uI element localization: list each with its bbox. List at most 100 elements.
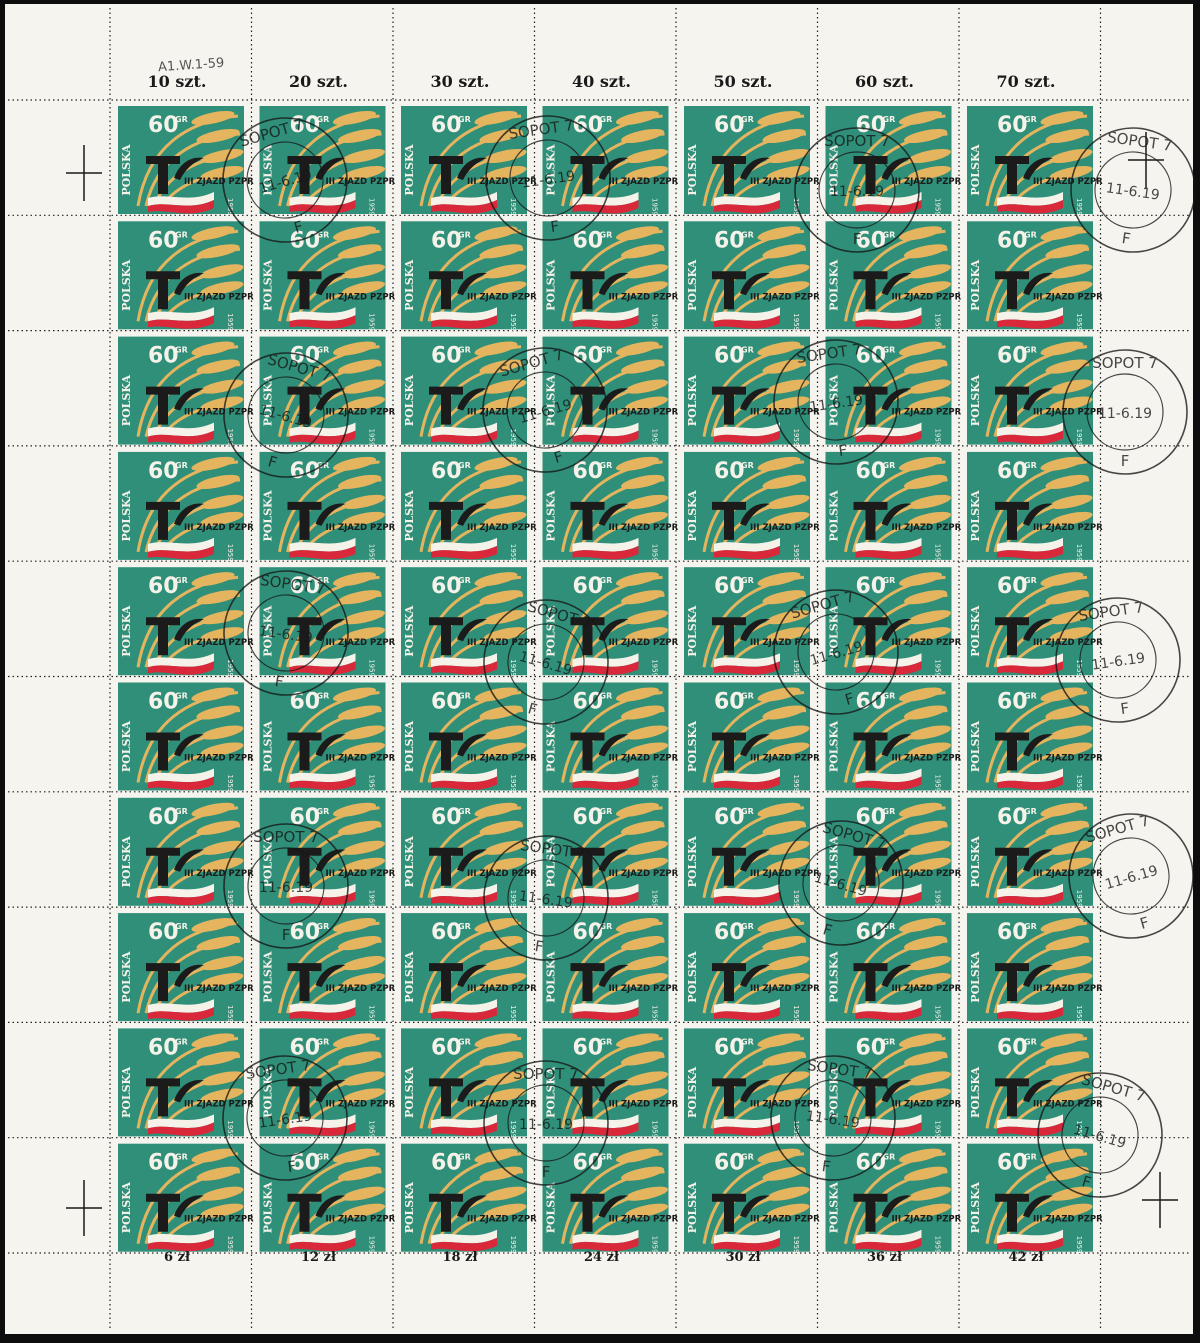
stamp: POLSKA60GRIII ZJAZD PZPR1959 [401, 1143, 537, 1254]
stamp-year-text: 1959 [792, 429, 800, 447]
stamp-inscription-text: III ZJAZD PZPR [1033, 523, 1103, 533]
stamp-currency-text: GR [1024, 692, 1037, 701]
stamp-country-text: POLSKA [120, 1182, 133, 1234]
stamp: POLSKA60GRIII ZJAZD PZPR1959 [684, 1028, 820, 1138]
stamp-inscription-text: III ZJAZD PZPR [609, 638, 679, 648]
column-count-label: 10 szt. [147, 72, 207, 91]
stamp-year-text: 1959 [226, 429, 234, 447]
stamp-year-text: 1959 [226, 775, 234, 793]
stamp-year-text: 1959 [792, 1005, 800, 1023]
stamp-country-text: POLSKA [828, 951, 841, 1003]
column-count-label: 70 szt. [996, 72, 1056, 91]
stamp: POLSKA60GRIII ZJAZD PZPR1959 [118, 451, 254, 562]
stamp-year-text: 1959 [651, 429, 659, 447]
stamp: POLSKA60GRIII ZJAZD PZPR1959 [259, 221, 396, 331]
stamp-inscription-text: III ZJAZD PZPR [467, 638, 537, 648]
stamp-country-text: POLSKA [686, 1182, 699, 1234]
stamp-inscription-text: III ZJAZD PZPR [609, 1099, 679, 1109]
stamp-country-text: POLSKA [686, 490, 699, 542]
stamp-inscription-text: III ZJAZD PZPR [467, 523, 537, 533]
column-count-label: 40 szt. [572, 72, 631, 91]
postmark-town-text: SOPOT 7 [824, 132, 890, 150]
stamp-inscription-text: III ZJAZD PZPR [1033, 984, 1103, 994]
stamp: POLSKA60GRIII ZJAZD PZPR1959 [118, 106, 254, 216]
stamp-year-text: 1959 [226, 1120, 234, 1138]
postmark-town-text: SOPOT 7 [1092, 354, 1158, 372]
stamp-currency-text: GR [317, 346, 330, 355]
stamp-country-text: POLSKA [969, 490, 982, 542]
stamp: POLSKA60GRIII ZJAZD PZPR1959 [542, 1143, 679, 1254]
stamp-year-text: 1959 [368, 313, 376, 331]
stamp-currency-text: GR [1024, 1153, 1037, 1162]
stamp-inscription-text: III ZJAZD PZPR [750, 177, 820, 187]
stamp-inscription-text: III ZJAZD PZPR [467, 984, 537, 994]
stamp-inscription-text: III ZJAZD PZPR [892, 292, 962, 302]
stamp-currency-text: GR [883, 346, 896, 355]
stamp-country-text: POLSKA [545, 259, 558, 311]
stamp-year-text: 1959 [651, 890, 659, 908]
stamp-currency-text: GR [458, 461, 471, 470]
column-count-label: 20 szt. [289, 72, 348, 91]
stamp-inscription-text: III ZJAZD PZPR [750, 984, 820, 994]
stamp-inscription-text: III ZJAZD PZPR [750, 754, 820, 764]
stamp-inscription-text: III ZJAZD PZPR [892, 984, 962, 994]
stamp-year-text: 1959 [792, 544, 800, 562]
stamp-inscription-text: III ZJAZD PZPR [609, 869, 679, 879]
stamp-currency-text: GR [883, 461, 896, 470]
stamp-currency-text: GR [458, 115, 471, 124]
stamp-country-text: POLSKA [828, 1182, 841, 1234]
stamp-country-text: POLSKA [969, 1066, 982, 1118]
stamp-currency-text: GR [175, 461, 188, 470]
stamp-inscription-text: III ZJAZD PZPR [1033, 292, 1103, 302]
stamp-currency-text: GR [1024, 115, 1037, 124]
stamp-country-text: POLSKA [403, 720, 416, 772]
stamp-year-text: 1959 [368, 890, 376, 908]
stamp-inscription-text: III ZJAZD PZPR [609, 984, 679, 994]
stamp-currency-text: GR [458, 807, 471, 816]
stamp-currency-text: GR [175, 807, 188, 816]
stamp-currency-text: GR [1024, 230, 1037, 239]
stamp-year-text: 1959 [226, 659, 234, 677]
stamp-currency-text: GR [600, 807, 613, 816]
stamp: POLSKA60GRIII ZJAZD PZPR1959 [401, 221, 537, 331]
postmark-town-text: SOPOT 7 [513, 1065, 579, 1083]
stamp-year-text: 1959 [792, 775, 800, 793]
stamp-country-text: POLSKA [403, 259, 416, 311]
stamp-country-text: POLSKA [545, 1182, 558, 1234]
stamp-year-text: 1959 [368, 1120, 376, 1138]
stamp: POLSKA60GRIII ZJAZD PZPR1959 [967, 682, 1103, 792]
stamp-inscription-text: III ZJAZD PZPR [609, 177, 679, 187]
stamp-currency-text: GR [458, 230, 471, 239]
stamp-currency-text: GR [175, 346, 188, 355]
stamp-currency-text: GR [741, 461, 754, 470]
postmark-code-text: F [1121, 452, 1130, 470]
row-value-label: 12 zł [300, 1250, 336, 1265]
stamp-country-text: POLSKA [120, 720, 133, 772]
stamp-inscription-text: III ZJAZD PZPR [326, 754, 396, 764]
stamp-inscription-text: III ZJAZD PZPR [467, 1099, 537, 1109]
stamp-year-text: 1959 [1075, 1005, 1083, 1023]
stamp: POLSKA60GRIII ZJAZD PZPR1959 [684, 567, 820, 677]
stamp-year-text: 1959 [934, 313, 942, 331]
stamp-country-text: POLSKA [828, 490, 841, 542]
row-value-label: 36 zł [866, 1250, 902, 1265]
stamp-currency-text: GR [317, 922, 330, 931]
stamp-currency-text: GR [175, 1153, 188, 1162]
stamp-currency-text: GR [741, 230, 754, 239]
stamp-inscription-text: III ZJAZD PZPR [184, 1099, 254, 1109]
stamp: POLSKA60GRIII ZJAZD PZPR1959 [118, 682, 254, 793]
stamp-country-text: POLSKA [262, 951, 275, 1003]
stamp: POLSKA60GRIII ZJAZD PZPR1959 [684, 106, 820, 216]
stamp-country-text: POLSKA [120, 836, 133, 888]
postmark-date-text: 11-6.19 [830, 184, 884, 200]
stamp-currency-text: GR [317, 1153, 330, 1162]
stamp-country-text: POLSKA [969, 259, 982, 311]
stamp-country-text: POLSKA [686, 144, 699, 196]
stamp-currency-text: GR [317, 807, 330, 816]
stamp-year-text: 1959 [368, 198, 376, 216]
stamp-country-text: POLSKA [262, 1182, 275, 1234]
stamp-inscription-text: III ZJAZD PZPR [1033, 177, 1103, 187]
stamp: POLSKA60GRIII ZJAZD PZPR1959 [401, 1028, 537, 1138]
stamp: POLSKA60GRIII ZJAZD PZPR1959 [401, 797, 537, 908]
stamp: POLSKA60GRIII ZJAZD PZPR1959 [825, 1143, 962, 1254]
